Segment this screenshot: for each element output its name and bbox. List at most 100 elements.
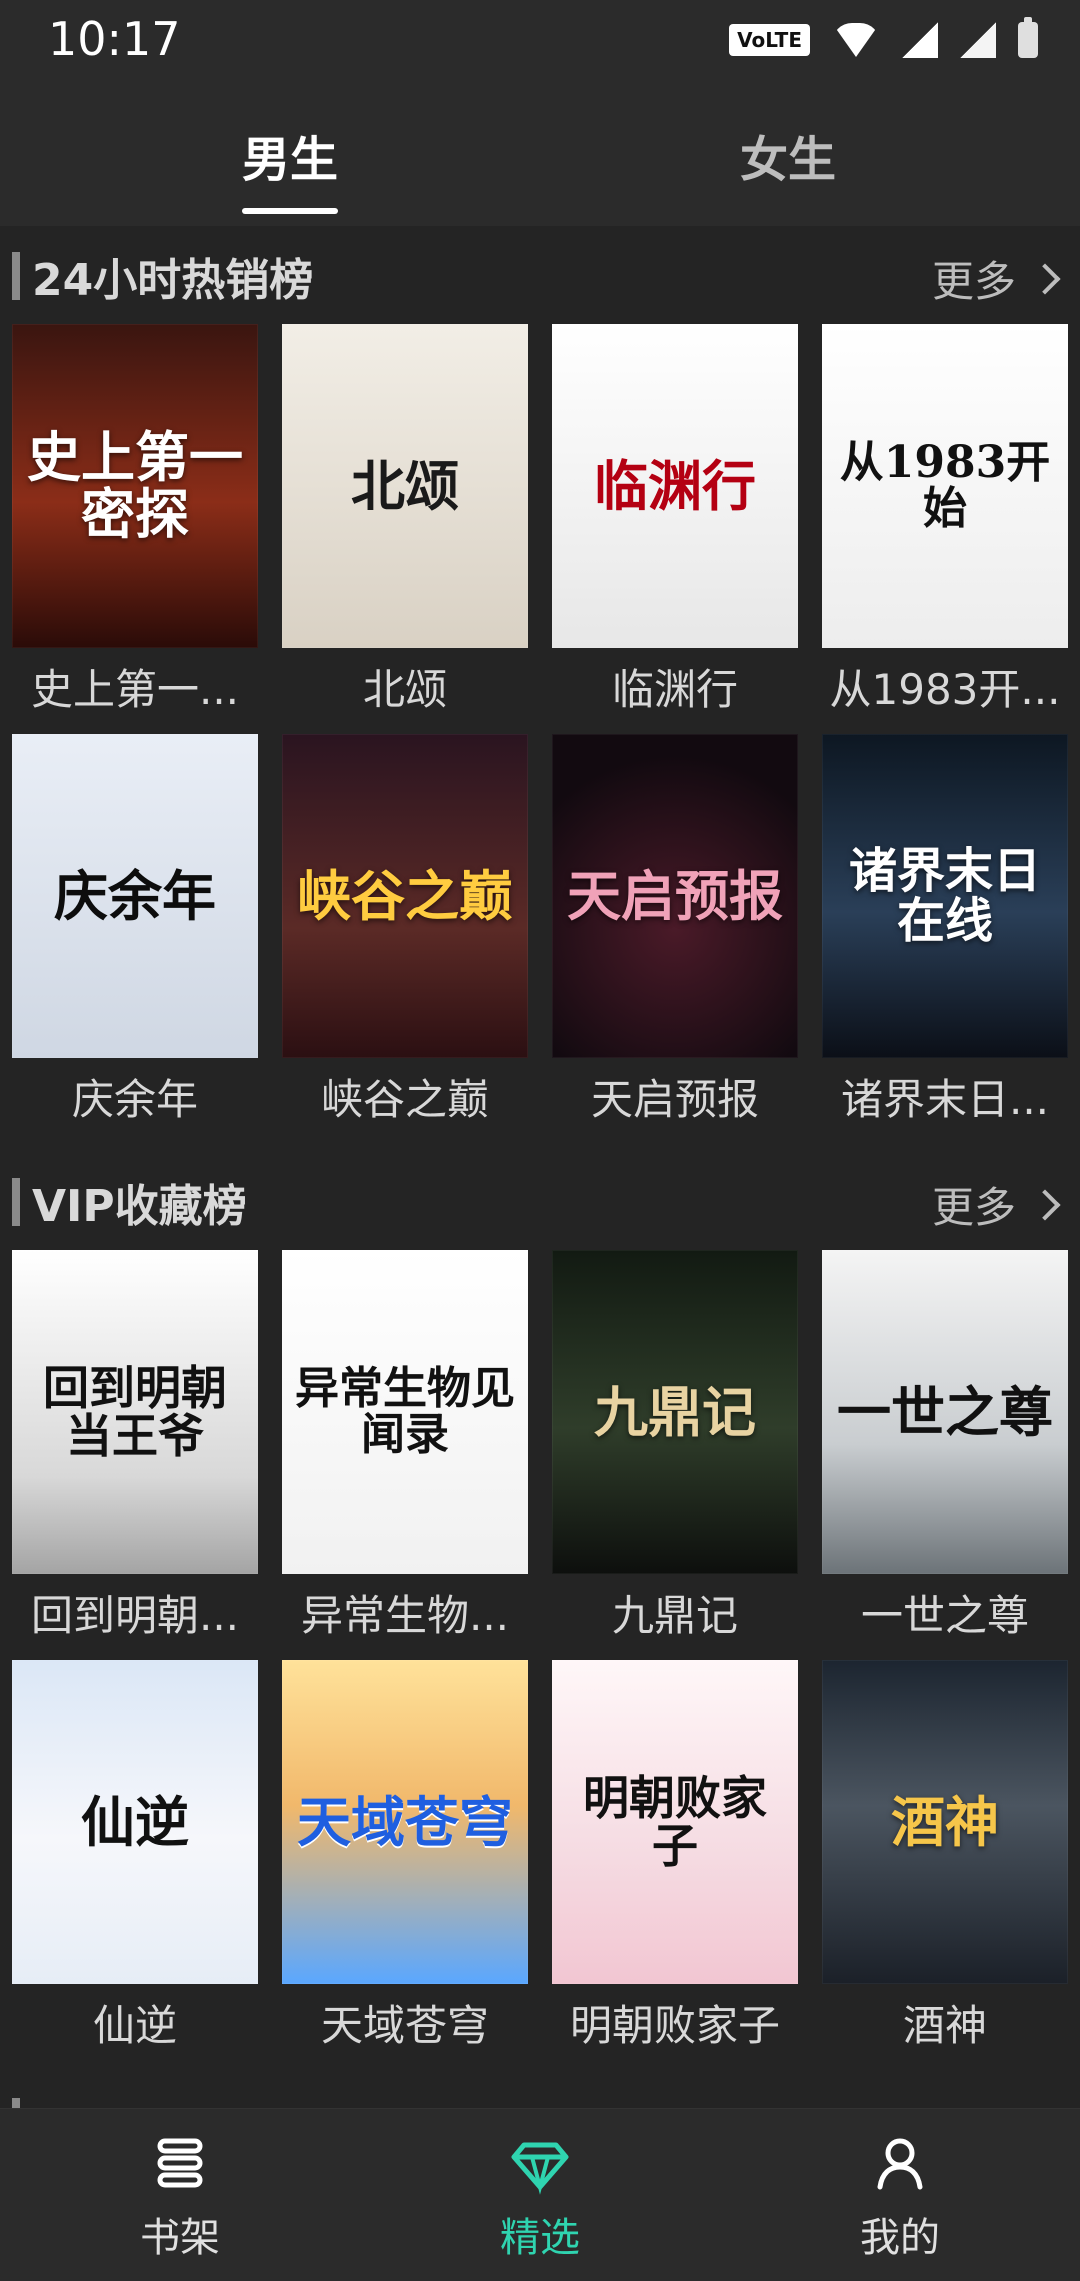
cover-title: 仙逆 (81, 1789, 189, 1854)
cover-title: 九鼎记 (594, 1379, 756, 1444)
chevron-right-icon (1029, 1188, 1061, 1221)
nav-featured[interactable]: 精选 (430, 2131, 650, 2263)
book-card[interactable]: 峡谷之巅 峡谷之巅 (282, 734, 528, 1124)
status-time: 10:17 (48, 12, 181, 66)
wifi-icon (832, 23, 880, 57)
book-cover[interactable]: 回到明朝当王爷 (12, 1250, 258, 1574)
book-cover[interactable]: 明朝败家子 (552, 1660, 798, 1984)
book-card[interactable]: 庆余年 庆余年 (12, 734, 258, 1124)
book-title[interactable]: 酒神 (822, 1992, 1068, 2053)
book-cover[interactable]: 天启预报 (552, 734, 798, 1058)
book-title[interactable]: 异常生物... (282, 1582, 528, 1643)
book-card[interactable]: 诸界末日在线 诸界末日... (822, 734, 1068, 1124)
book-cover[interactable]: 临渊行 (552, 324, 798, 648)
volte-icon: VoLTE (729, 24, 810, 56)
book-card[interactable]: 天启预报 天启预报 (552, 734, 798, 1124)
book-card[interactable]: 异常生物见闻录 异常生物... (282, 1250, 528, 1640)
book-title[interactable]: 诸界末日... (822, 1066, 1068, 1127)
book-card[interactable]: 明朝败家子 明朝败家子 (552, 1660, 798, 2050)
section-title: VIP收藏榜 (32, 1181, 247, 1232)
book-card[interactable]: 酒神 酒神 (822, 1660, 1068, 2050)
book-cover[interactable]: 酒神 (822, 1660, 1068, 1984)
diamond-icon (511, 2142, 569, 2195)
book-title[interactable]: 明朝败家子 (552, 1992, 798, 2053)
book-card[interactable]: 九鼎记 九鼎记 (552, 1250, 798, 1640)
book-title[interactable]: 史上第一... (12, 656, 258, 717)
book-cover[interactable]: 庆余年 (12, 734, 258, 1058)
more-label: 更多 (931, 257, 1016, 306)
book-cover[interactable]: 史上第一密探 (12, 324, 258, 648)
book-grid-hot: 史上第一密探 史上第一... 北颂 北颂 临渊行 临渊行 从1983开始 从19… (12, 324, 1068, 1124)
user-icon (877, 2138, 923, 2190)
book-cover[interactable]: 北颂 (282, 324, 528, 648)
cover-title: 酒神 (891, 1789, 999, 1854)
section-accent-bar (12, 252, 20, 300)
battery-icon (1018, 17, 1038, 58)
book-cover[interactable]: 异常生物见闻录 (282, 1250, 528, 1574)
book-cover[interactable]: 天域苍穹 (282, 1660, 528, 1984)
book-title[interactable]: 从1983开... (822, 656, 1068, 717)
book-cover[interactable]: 九鼎记 (552, 1250, 798, 1574)
cover-title: 临渊行 (594, 453, 756, 518)
cover-title: 天域苍穹 (297, 1789, 513, 1854)
book-card[interactable]: 从1983开始 从1983开... (822, 324, 1068, 714)
section-header-hot: 24小时热销榜 更多 (0, 232, 1080, 316)
book-cover[interactable]: 峡谷之巅 (282, 734, 528, 1058)
cover-title: 北颂 (351, 453, 459, 518)
book-title[interactable]: 峡谷之巅 (282, 1066, 528, 1127)
book-card[interactable]: 仙逆 仙逆 (12, 1660, 258, 2050)
active-tab-indicator (242, 208, 338, 214)
nav-label: 书架 (140, 2215, 220, 2261)
cover-title: 天启预报 (567, 863, 783, 928)
more-button[interactable]: 更多 (931, 1174, 1061, 1235)
section-accent-bar (12, 1178, 20, 1226)
signal-icon-2 (960, 22, 996, 58)
bookshelf-icon (157, 2138, 203, 2188)
book-title[interactable]: 一世之尊 (822, 1582, 1068, 1643)
book-card[interactable]: 临渊行 临渊行 (552, 324, 798, 714)
book-cover[interactable]: 从1983开始 (822, 324, 1068, 648)
section-title: 24小时热销榜 (32, 255, 314, 306)
book-title[interactable]: 天启预报 (552, 1066, 798, 1127)
cover-title: 回到明朝当王爷 (43, 1360, 227, 1463)
chevron-right-icon (1029, 262, 1061, 295)
cover-title: 明朝败家子 (583, 1770, 767, 1873)
book-title[interactable]: 庆余年 (12, 1066, 258, 1127)
signal-icon (902, 22, 938, 58)
status-bar: 10:17 VoLTE (0, 0, 1080, 80)
cover-title: 从1983开始 (839, 436, 1051, 534)
book-card[interactable]: 一世之尊 一世之尊 (822, 1250, 1068, 1640)
book-title[interactable]: 临渊行 (552, 656, 798, 717)
book-card[interactable]: 天域苍穹 天域苍穹 (282, 1660, 528, 2050)
cover-title: 异常生物见闻录 (295, 1362, 515, 1460)
book-card[interactable]: 回到明朝当王爷 回到明朝... (12, 1250, 258, 1640)
book-title[interactable]: 天域苍穹 (282, 1992, 528, 2053)
nav-label: 我的 (860, 2215, 940, 2261)
top-tabs: 男生 女生 (0, 80, 1080, 226)
more-button[interactable]: 更多 (931, 248, 1061, 309)
more-label: 更多 (931, 1183, 1016, 1232)
cover-title: 庆余年 (54, 863, 216, 928)
book-title[interactable]: 回到明朝... (12, 1582, 258, 1643)
cover-title: 史上第一密探 (27, 425, 243, 546)
cover-title: 峡谷之巅 (297, 863, 513, 928)
nav-bookshelf[interactable]: 书架 (70, 2131, 290, 2263)
book-title[interactable]: 九鼎记 (552, 1582, 798, 1643)
status-icons: VoLTE (729, 17, 1038, 58)
book-cover[interactable]: 仙逆 (12, 1660, 258, 1984)
book-title[interactable]: 仙逆 (12, 1992, 258, 2053)
book-cover[interactable]: 一世之尊 (822, 1250, 1068, 1574)
book-cover[interactable]: 诸界末日在线 (822, 734, 1068, 1058)
book-title[interactable]: 北颂 (282, 656, 528, 717)
section-header-vip: VIP收藏榜 更多 (0, 1158, 1080, 1242)
bottom-navigation: 书架 精选 我的 (0, 2108, 1080, 2281)
book-card[interactable]: 北颂 北颂 (282, 324, 528, 714)
book-card[interactable]: 史上第一密探 史上第一... (12, 324, 258, 714)
book-grid-vip: 回到明朝当王爷 回到明朝... 异常生物见闻录 异常生物... 九鼎记 九鼎记 … (12, 1250, 1068, 2050)
nav-profile[interactable]: 我的 (790, 2131, 1010, 2263)
nav-label: 精选 (500, 2215, 580, 2261)
tab-male[interactable]: 男生 (190, 120, 390, 190)
cover-title: 诸界末日在线 (848, 842, 1041, 949)
tab-female[interactable]: 女生 (688, 120, 888, 190)
cover-title: 一世之尊 (837, 1379, 1053, 1444)
